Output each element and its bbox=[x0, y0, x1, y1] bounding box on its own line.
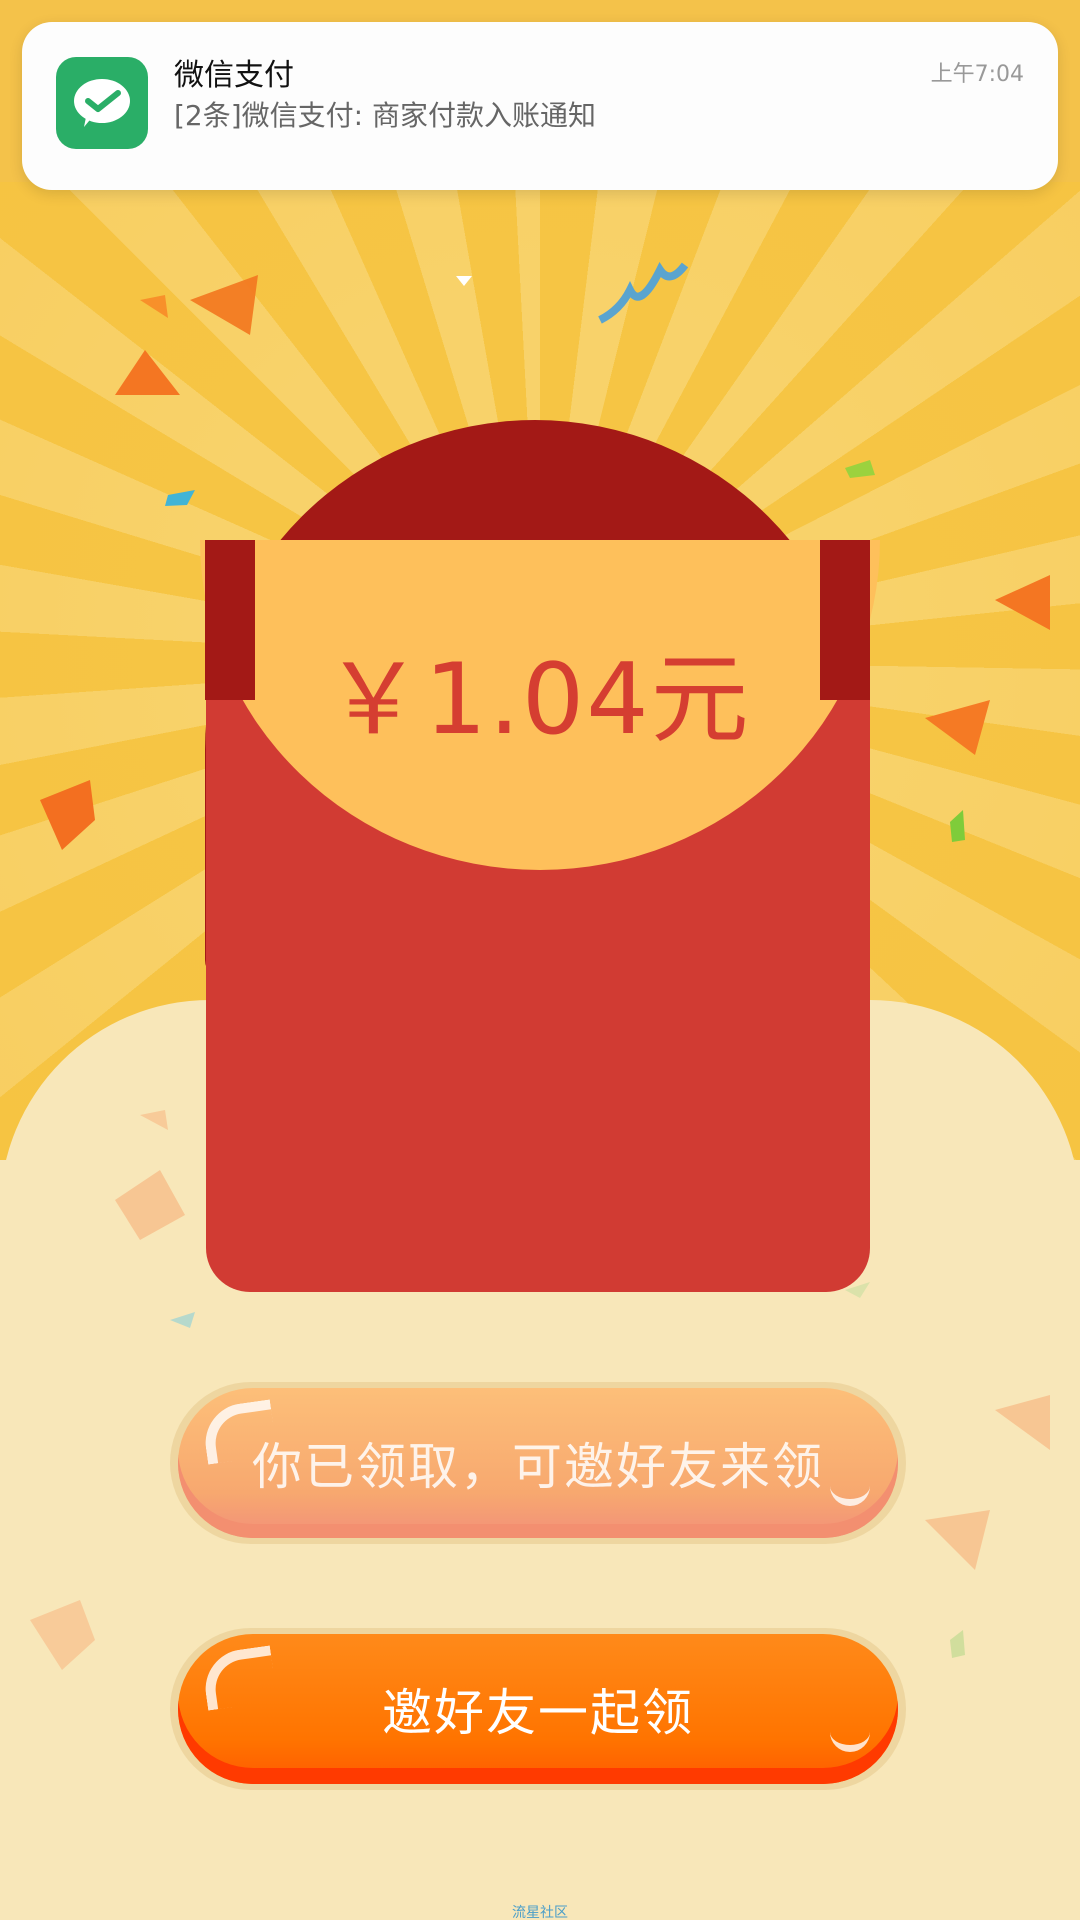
button-shine bbox=[200, 1645, 278, 1711]
notification-title: 微信支付 bbox=[174, 58, 294, 93]
notification-message: [2条]微信支付: 商家付款入账通知 bbox=[174, 99, 596, 132]
invite-friends-button[interactable]: 邀好友一起领 bbox=[178, 1634, 898, 1784]
claimed-button[interactable]: 你已领取，可邀好友来领 bbox=[178, 1388, 898, 1538]
red-packet-amount: ￥1.04元 bbox=[324, 643, 751, 757]
wechat-pay-icon bbox=[56, 57, 148, 149]
notification-time: 上午7:04 bbox=[930, 62, 1024, 87]
claimed-button-wrap: 你已领取，可邀好友来领 bbox=[170, 1382, 906, 1544]
notification-card[interactable]: 微信支付 [2条]微信支付: 商家付款入账通知 上午7:04 bbox=[22, 22, 1058, 190]
watermark-text: 流星社区 bbox=[512, 1905, 568, 1920]
invite-button-label: 邀好友一起领 bbox=[382, 1684, 694, 1742]
button-shine bbox=[830, 1731, 870, 1752]
envelope-side-right bbox=[820, 540, 870, 700]
envelope-side-left bbox=[205, 540, 255, 700]
invite-button-wrap: 邀好友一起领 bbox=[170, 1628, 906, 1790]
page: 红包 ••• ￥1.04元 你已领取，可邀好友来领 邀好友一起领 流星社区 bbox=[0, 0, 1080, 1920]
claimed-button-label: 你已领取，可邀好友来领 bbox=[252, 1438, 824, 1496]
button-shine bbox=[830, 1485, 870, 1506]
